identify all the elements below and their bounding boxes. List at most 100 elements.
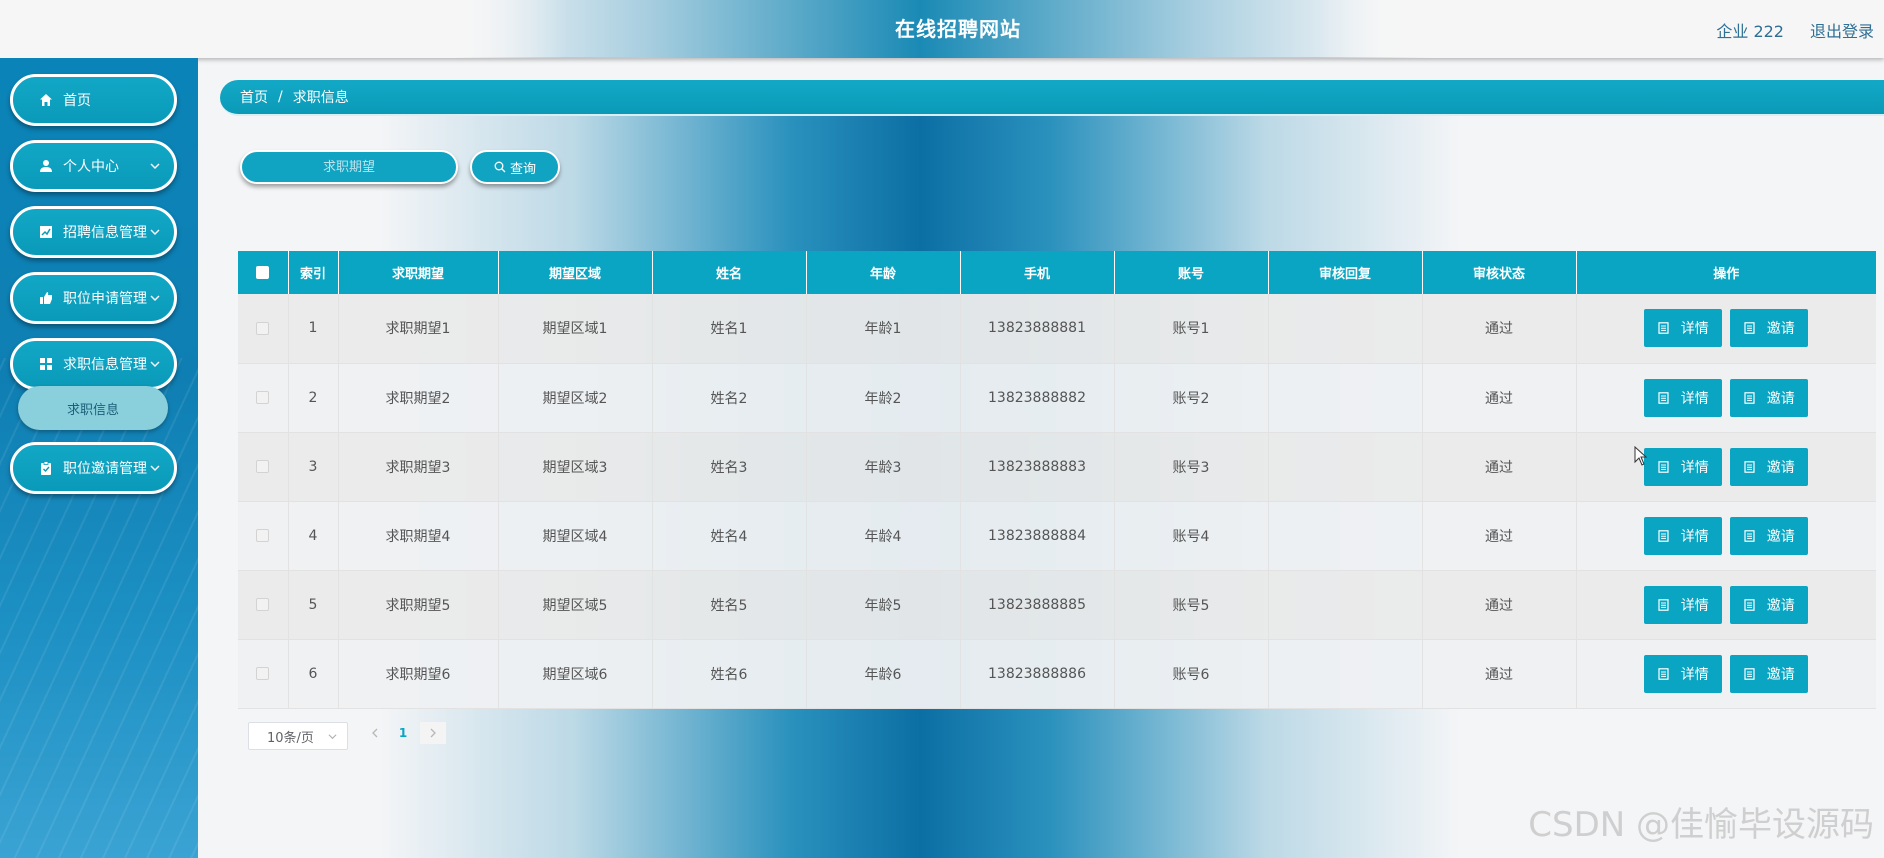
invite-button-label: 邀请	[1766, 528, 1795, 545]
cell-account: 账号5	[1114, 570, 1269, 640]
page-size-select[interactable]: 10条/页	[248, 722, 348, 750]
cell-region: 期望区域2	[498, 363, 653, 433]
cell-phone: 13823888881	[960, 294, 1115, 364]
invite-button[interactable]: 邀请	[1730, 309, 1809, 348]
table-row: 5 求职期望5 期望区域5 姓名5 年龄5 13823888885 账号5 通过 详情 邀请	[238, 570, 1876, 640]
document-icon	[1744, 598, 1761, 611]
row-checkbox[interactable]	[256, 460, 270, 473]
row-select-cell	[238, 294, 289, 364]
breadcrumb-separator: /	[278, 89, 283, 105]
cell-region: 期望区域3	[498, 432, 653, 502]
sidebar-item-home[interactable]: 首页	[10, 74, 177, 126]
search-button-label: 查询	[509, 161, 536, 177]
cell-region: 期望区域6	[498, 639, 653, 709]
row-checkbox[interactable]	[256, 391, 270, 404]
row-actions: 详情 邀请	[1576, 363, 1876, 433]
cell-status: 通过	[1422, 432, 1577, 502]
invite-button[interactable]: 邀请	[1730, 516, 1809, 555]
sidebar-item-personal-center[interactable]: 个人中心	[10, 140, 177, 192]
column-header: 手机	[960, 251, 1115, 294]
column-header: 姓名	[652, 251, 807, 294]
chevron-down-icon	[150, 361, 160, 367]
document-icon	[1658, 391, 1675, 404]
cell-name: 姓名1	[652, 294, 807, 364]
page-size-label: 10条/页	[267, 730, 314, 746]
grid-icon	[39, 357, 53, 371]
cell-reply	[1268, 363, 1423, 433]
invite-button[interactable]: 邀请	[1730, 585, 1809, 624]
detail-button[interactable]: 详情	[1644, 585, 1723, 624]
detail-button[interactable]: 详情	[1644, 516, 1723, 555]
detail-button-label: 详情	[1680, 321, 1709, 338]
cell-account: 账号3	[1114, 432, 1269, 502]
sidebar-item-job-seeking-management[interactable]: 求职信息管理	[10, 338, 177, 390]
cell-name: 姓名4	[652, 501, 807, 571]
top-header: 在线招聘网站 企业 222 退出登录	[0, 0, 1884, 58]
cell-account: 账号2	[1114, 363, 1269, 433]
search-button[interactable]: 查询	[470, 150, 560, 184]
row-actions: 详情 邀请	[1576, 501, 1876, 571]
detail-button-label: 详情	[1680, 528, 1709, 545]
cell-status: 通过	[1422, 501, 1577, 571]
job-expectation-search-input[interactable]	[240, 150, 458, 184]
cell-account: 账号1	[1114, 294, 1269, 364]
sidebar-item-job-application-management[interactable]: 职位申请管理	[10, 272, 177, 324]
cell-status: 通过	[1422, 294, 1577, 364]
cell-age: 年龄6	[806, 639, 961, 709]
document-icon	[1744, 391, 1761, 404]
table-row: 3 求职期望3 期望区域3 姓名3 年龄3 13823888883 账号3 通过 详情 邀请	[238, 432, 1876, 502]
table-row: 1 求职期望1 期望区域1 姓名1 年龄1 13823888881 账号1 通过 详情 邀请	[238, 294, 1876, 364]
sidebar-item-recruitment-management[interactable]: 招聘信息管理	[10, 206, 177, 258]
sidebar-item-label: 职位申请管理	[63, 291, 147, 307]
table-row: 6 求职期望6 期望区域6 姓名6 年龄6 13823888886 账号6 通过 详情 邀请	[238, 639, 1876, 709]
column-header: 账号	[1114, 251, 1269, 294]
chevron-right-icon	[430, 728, 436, 738]
invite-button[interactable]: 邀请	[1730, 654, 1809, 693]
prev-page-button[interactable]	[362, 722, 388, 744]
mouse-cursor-icon	[1634, 446, 1648, 466]
cell-index: 4	[288, 501, 339, 571]
cell-index: 6	[288, 639, 339, 709]
select-all-header	[238, 251, 289, 294]
sidebar-item-label: 招聘信息管理	[63, 225, 147, 241]
detail-button[interactable]: 详情	[1644, 309, 1723, 348]
invite-button[interactable]: 邀请	[1730, 447, 1809, 486]
sidebar-subitem-job-seeking-info[interactable]: 求职信息	[18, 386, 168, 430]
row-actions: 详情 邀请	[1576, 432, 1876, 502]
detail-button-label: 详情	[1680, 597, 1709, 614]
row-select-cell	[238, 363, 289, 433]
row-checkbox[interactable]	[256, 598, 270, 611]
page-number-1[interactable]: 1	[390, 722, 416, 744]
row-select-cell	[238, 501, 289, 571]
cell-name: 姓名3	[652, 432, 807, 502]
document-icon	[1744, 529, 1761, 542]
cell-phone: 13823888882	[960, 363, 1115, 433]
logout-link[interactable]: 退出登录	[1810, 18, 1874, 42]
detail-button[interactable]: 详情	[1644, 447, 1723, 486]
document-icon	[1658, 322, 1675, 335]
row-checkbox[interactable]	[256, 321, 270, 335]
invite-button[interactable]: 邀请	[1730, 378, 1809, 417]
invite-button-label: 邀请	[1766, 390, 1795, 407]
chevron-down-icon	[150, 163, 160, 169]
select-all-checkbox[interactable]	[256, 266, 270, 279]
next-page-button[interactable]	[420, 722, 446, 744]
row-checkbox[interactable]	[256, 529, 270, 542]
cell-index: 5	[288, 570, 339, 640]
detail-button[interactable]: 详情	[1644, 654, 1723, 693]
chevron-left-icon	[372, 728, 378, 738]
detail-button-label: 详情	[1680, 666, 1709, 683]
cell-index: 1	[288, 294, 339, 364]
cell-index: 3	[288, 432, 339, 502]
sidebar: 首页 个人中心 招聘信息管理 职位申请管理 求职信息管理 求职信息 职位邀请管理	[0, 58, 198, 858]
breadcrumb-home[interactable]: 首页	[240, 87, 268, 107]
cell-name: 姓名6	[652, 639, 807, 709]
detail-button[interactable]: 详情	[1644, 378, 1723, 417]
cell-phone: 13823888884	[960, 501, 1115, 571]
cell-expect: 求职期望3	[338, 432, 499, 502]
cell-age: 年龄5	[806, 570, 961, 640]
row-checkbox[interactable]	[256, 667, 270, 680]
cell-region: 期望区域5	[498, 570, 653, 640]
sidebar-item-job-invitation-management[interactable]: 职位邀请管理	[10, 442, 177, 494]
column-header: 索引	[288, 251, 339, 294]
